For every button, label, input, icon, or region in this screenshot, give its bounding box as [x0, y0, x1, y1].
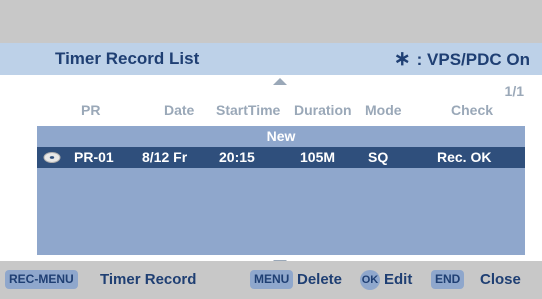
- edit-label: Edit: [384, 271, 413, 288]
- close-label: Close: [480, 271, 521, 288]
- column-header-mode: Mode: [365, 102, 402, 118]
- disc-icon: [43, 152, 61, 163]
- row-start-time: 20:15: [219, 149, 255, 165]
- table-row[interactable]: PR-01 8/12 Fr 20:15 105M SQ Rec. OK: [37, 147, 525, 168]
- timer-record-label: Timer Record: [100, 271, 197, 288]
- timer-record-screen: Timer Record List ∗ : VPS/PDC On 1/1 PR D…: [0, 0, 542, 299]
- column-header-check: Check: [451, 102, 494, 118]
- timer-list: New PR-01 8/12 Fr 20:15 105M SQ Rec. OK: [37, 126, 525, 255]
- rec-menu-key[interactable]: REC-MENU: [5, 270, 78, 289]
- scroll-up-arrow-icon[interactable]: [273, 78, 287, 85]
- new-entry-item[interactable]: New: [37, 128, 525, 144]
- delete-label: Delete: [297, 271, 343, 288]
- row-mode: SQ: [368, 149, 389, 165]
- vps-pdc-label: : VPS/PDC On: [416, 50, 530, 69]
- timer-list-panel: 1/1 PR Date StartTime Duration Mode Chec…: [0, 75, 542, 267]
- page-indicator: 1/1: [504, 83, 524, 99]
- footer-help-bar: REC-MENU Timer Record MENU Delete OK Edi…: [0, 261, 542, 299]
- ok-key[interactable]: OK: [360, 270, 380, 290]
- row-check: Rec. OK: [437, 149, 492, 165]
- row-duration: 105M: [300, 149, 336, 165]
- column-header-duration: Duration: [294, 102, 352, 118]
- column-header-start-time: StartTime: [216, 102, 281, 118]
- page-title: Timer Record List: [55, 49, 200, 68]
- vps-pdc-status: ∗ : VPS/PDC On: [394, 43, 530, 76]
- title-bar: Timer Record List ∗ : VPS/PDC On: [0, 43, 542, 75]
- column-header-date: Date: [164, 102, 195, 118]
- end-key[interactable]: END: [431, 270, 465, 289]
- column-header-pr: PR: [81, 102, 101, 118]
- row-pr: PR-01: [74, 149, 114, 165]
- row-date: 8/12 Fr: [142, 149, 188, 165]
- asterisk-icon: ∗: [393, 48, 411, 70]
- menu-key[interactable]: MENU: [250, 270, 294, 289]
